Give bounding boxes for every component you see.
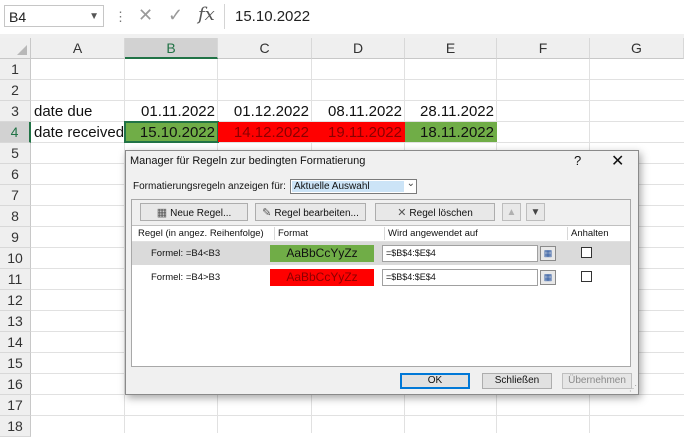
close-icon[interactable]: ✕ (611, 151, 624, 171)
row-header-4[interactable]: 4 (0, 122, 31, 143)
chevron-down-icon[interactable]: ▼ (89, 6, 99, 28)
ok-button[interactable]: OK (400, 373, 470, 389)
conditional-formatting-manager-dialog: Manager für Regeln zur bedingten Formati… (125, 150, 639, 395)
row-header-8[interactable]: 8 (0, 206, 31, 227)
cell-e4[interactable]: 18.11.2022 (405, 122, 497, 142)
rules-panel: ▦ Neue Regel... ✎ Regel bearbeiten... ✕ Reg… (131, 199, 631, 367)
close-button[interactable]: Schließen (482, 373, 552, 389)
kebab-icon: ⋮ (114, 9, 127, 24)
move-up-button[interactable]: ▲ (502, 203, 521, 221)
rules-table-header: Regel (in angez. Reihenfolge) Format Wir… (132, 226, 630, 242)
enter-icon[interactable]: ✓ (168, 5, 183, 26)
new-rule-icon: ▦ (156, 207, 168, 219)
row-header-17[interactable]: 17 (0, 395, 31, 416)
stop-if-true-checkbox[interactable] (581, 247, 592, 258)
header-format: Format (278, 228, 309, 239)
new-rule-button[interactable]: ▦ Neue Regel... (140, 203, 248, 221)
row-header-6[interactable]: 6 (0, 164, 31, 185)
cancel-icon[interactable]: ✕ (138, 5, 153, 26)
row-header-7[interactable]: 7 (0, 185, 31, 206)
row-header-10[interactable]: 10 (0, 248, 31, 269)
row-header-1[interactable]: 1 (0, 59, 31, 80)
formula-bar: B4 ▼ ⋮ ✕ ✓ fx 15.10.2022 (0, 0, 684, 35)
rule-formula: Formel: =B4>B3 (151, 272, 221, 283)
range-picker-icon[interactable]: ▦ (540, 246, 556, 261)
row-header-5[interactable]: 5 (0, 143, 31, 164)
rule-format-preview: AaBbCcYyZz (270, 269, 374, 286)
cell-a4[interactable]: date received (31, 122, 125, 142)
rule-format-preview: AaBbCcYyZz (270, 245, 374, 262)
cell-e3[interactable]: 28.11.2022 (405, 101, 497, 121)
cell-d4[interactable]: 19.11.2022 (312, 122, 405, 142)
new-rule-label: Neue Regel... (170, 208, 232, 219)
row-header-12[interactable]: 12 (0, 290, 31, 311)
row-header-15[interactable]: 15 (0, 353, 31, 374)
column-header-b[interactable]: B (125, 38, 218, 59)
row-header-9[interactable]: 9 (0, 227, 31, 248)
show-rules-select[interactable]: Aktuelle Auswahl ⌄ (290, 178, 417, 194)
column-header-a[interactable]: A (31, 38, 125, 59)
name-box-value: B4 (9, 9, 27, 25)
row-header-18[interactable]: 18 (0, 416, 31, 437)
row-header-14[interactable]: 14 (0, 332, 31, 353)
chevron-down-icon[interactable]: ⌄ (407, 178, 415, 189)
column-header-f[interactable]: F (497, 38, 590, 59)
column-header-c[interactable]: C (218, 38, 312, 59)
row-header-2[interactable]: 2 (0, 80, 31, 101)
header-stop-if-true: Anhalten (571, 228, 609, 239)
range-picker-icon[interactable]: ▦ (540, 270, 556, 285)
row-header-13[interactable]: 13 (0, 311, 31, 332)
rule-applies-to-input[interactable]: =$B$4:$E$4 (382, 269, 538, 286)
rule-applies-to-input[interactable]: =$B$4:$E$4 (382, 245, 538, 262)
edit-rule-label: Regel bearbeiten... (274, 208, 359, 219)
dialog-title: Manager für Regeln zur bedingten Formati… (130, 155, 366, 167)
rule-row[interactable]: Formel: =B4<B3 AaBbCcYyZz =$B$4:$E$4 ▦ (132, 242, 630, 265)
apply-button[interactable]: Übernehmen (562, 373, 632, 389)
row-header-3[interactable]: 3 (0, 101, 31, 122)
header-rule: Regel (in angez. Reihenfolge) (138, 228, 264, 239)
cell-c3[interactable]: 01.12.2022 (218, 101, 312, 121)
column-header-e[interactable]: E (405, 38, 497, 59)
column-header-g[interactable]: G (590, 38, 684, 59)
rules-toolbar: ▦ Neue Regel... ✎ Regel bearbeiten... ✕ Reg… (132, 200, 630, 226)
cell-b3[interactable]: 01.11.2022 (125, 101, 218, 121)
header-applies-to: Wird angewendet auf (388, 228, 478, 239)
row-header-11[interactable]: 11 (0, 269, 31, 290)
cell-b4[interactable]: 15.10.2022 (124, 121, 219, 143)
show-rules-value: Aktuelle Auswahl (292, 181, 404, 192)
rule-formula: Formel: =B4<B3 (151, 248, 221, 259)
cell-a3[interactable]: date due (31, 101, 125, 121)
show-rules-label: Formatierungsregeln anzeigen für: (133, 181, 286, 192)
formula-input[interactable]: 15.10.2022 (224, 4, 680, 29)
cell-d3[interactable]: 08.11.2022 (312, 101, 405, 121)
help-icon[interactable]: ? (574, 153, 581, 168)
delete-rule-label: Regel löschen (409, 208, 473, 219)
edit-rule-icon: ✎ (262, 207, 272, 219)
row-header-16[interactable]: 16 (0, 374, 31, 395)
insert-function-icon[interactable]: fx (198, 4, 215, 25)
rule-row[interactable]: Formel: =B4>B3 AaBbCcYyZz =$B$4:$E$4 ▦ (132, 266, 630, 289)
delete-rule-button[interactable]: ✕ Regel löschen (375, 203, 495, 221)
column-header-d[interactable]: D (312, 38, 405, 59)
select-all-corner[interactable] (0, 38, 31, 59)
delete-icon: ✕ (397, 207, 407, 219)
stop-if-true-checkbox[interactable] (581, 271, 592, 282)
name-box[interactable]: B4 ▼ (4, 5, 104, 27)
edit-rule-button[interactable]: ✎ Regel bearbeiten... (255, 203, 366, 221)
cell-c4[interactable]: 14.12.2022 (218, 122, 312, 142)
resize-grip-icon[interactable]: ⋰ (629, 384, 637, 393)
move-down-button[interactable]: ▼ (526, 203, 545, 221)
